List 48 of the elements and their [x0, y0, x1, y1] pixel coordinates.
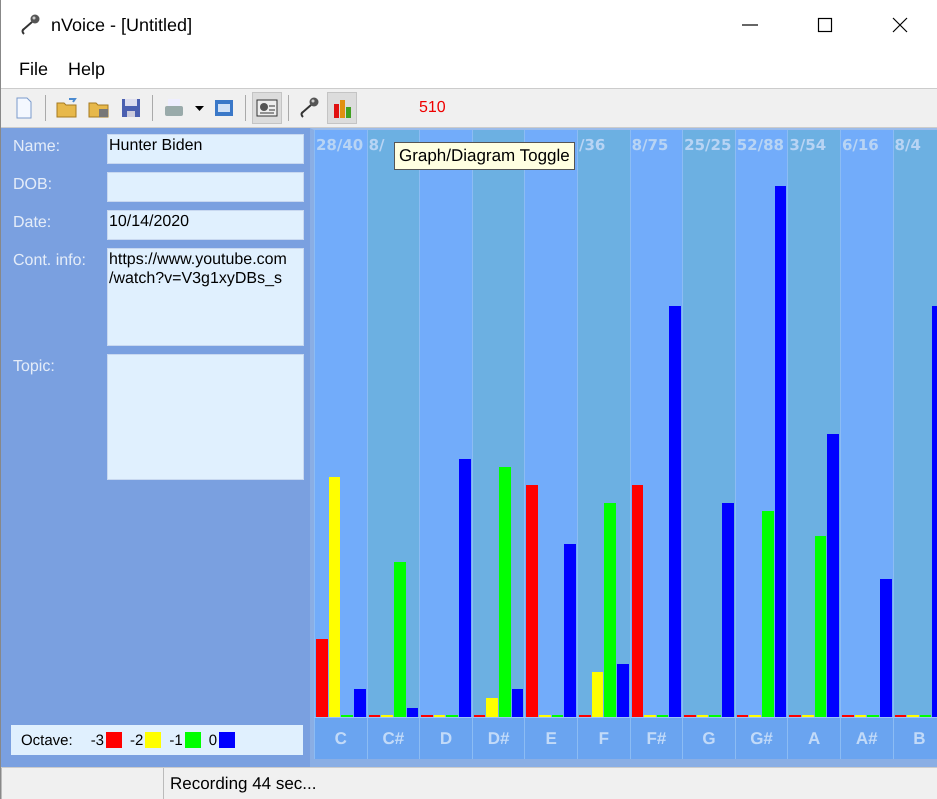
- menu-item[interactable]: File: [11, 54, 56, 84]
- legend-label: -3: [90, 732, 104, 748]
- field-label: DOB:: [13, 175, 54, 195]
- toolbar-button[interactable]: [252, 92, 282, 124]
- note-key[interactable]: F#: [630, 717, 682, 759]
- legend-label: 0: [208, 732, 218, 748]
- close-icon: [892, 17, 908, 33]
- field-label: Date:: [13, 213, 52, 233]
- note-key[interactable]: C#: [366, 717, 420, 759]
- ratio-label: 8/: [368, 135, 385, 156]
- ratio-label: 52/88: [736, 135, 784, 156]
- input-field[interactable]: 10/14/2020: [107, 210, 304, 240]
- ratio-label: /36: [578, 135, 606, 156]
- legend-label: -2: [130, 732, 144, 748]
- ratio-label: 6/16: [842, 135, 879, 156]
- legend-label: -1: [169, 732, 183, 748]
- note-key[interactable]: B: [892, 717, 937, 759]
- field-label: Name:: [13, 137, 62, 157]
- ratio-label: 8/4: [894, 135, 921, 156]
- maximize-icon: [816, 17, 832, 33]
- note-key[interactable]: G#: [734, 717, 788, 759]
- note-key[interactable]: D#: [472, 717, 524, 759]
- save-icon: [119, 96, 143, 120]
- ratio-label: 28/40: [316, 135, 364, 156]
- folder-icon: [55, 96, 79, 120]
- note-key[interactable]: F: [576, 717, 630, 759]
- input-field[interactable]: [107, 172, 304, 202]
- minimize-icon: [742, 24, 758, 26]
- counter-value: 510: [419, 99, 446, 117]
- input-field[interactable]: Hunter Biden: [107, 134, 304, 164]
- text-area[interactable]: https://www.youtube.com /watch?v=V3g1xyDBs_s: [107, 248, 304, 346]
- ratio-label: 25/25: [684, 135, 732, 156]
- field-label: Cont. info:: [13, 251, 87, 271]
- ratio-label: 3/54: [789, 135, 826, 156]
- tooltip: Graph/Diagram Toggle: [394, 142, 575, 170]
- legend-label: Octave:: [21, 732, 73, 748]
- note-key[interactable]: C: [314, 717, 367, 759]
- window-title: nVoice - [Untitled]: [51, 14, 194, 36]
- note-key[interactable]: D: [419, 717, 472, 759]
- status-text: Recording 44 sec...: [163, 768, 937, 799]
- note-key[interactable]: E: [524, 717, 577, 759]
- caret-icon: [194, 106, 204, 110]
- field-label: Topic:: [13, 357, 56, 377]
- note-key[interactable]: A#: [840, 717, 893, 759]
- ratio-label: 8/75: [632, 135, 668, 156]
- note-key[interactable]: A: [787, 717, 840, 759]
- menu-item[interactable]: Help: [60, 54, 114, 84]
- note-key[interactable]: G: [682, 717, 735, 759]
